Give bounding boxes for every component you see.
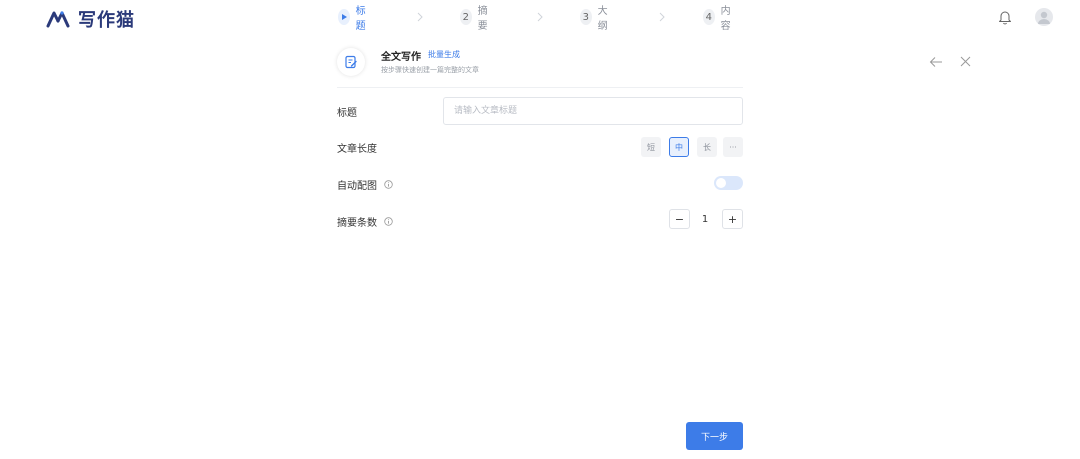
title-input[interactable] (443, 97, 743, 125)
edit-document-icon (337, 48, 365, 76)
step-number: 3 (580, 9, 592, 25)
step-summary[interactable]: 2 摘要 (460, 6, 492, 32)
length-option-medium[interactable]: 中 (669, 137, 689, 157)
summary-count-label: 摘要条数 (337, 214, 393, 229)
summary-count-label-text: 摘要条数 (337, 218, 377, 229)
chevron-right-icon (537, 12, 543, 22)
step-number: 2 (460, 9, 472, 25)
length-option-short[interactable]: 短 (641, 137, 661, 157)
close-icon[interactable] (960, 56, 971, 67)
length-label: 文章长度 (337, 140, 377, 155)
chevron-right-icon (659, 12, 665, 22)
step-label: 大纲 (597, 6, 608, 32)
length-label-text: 文章长度 (337, 144, 377, 155)
info-icon[interactable] (384, 217, 393, 226)
bell-icon[interactable] (998, 9, 1012, 25)
info-icon[interactable] (384, 180, 393, 189)
page-title: 全文写作 (381, 52, 421, 63)
next-step-button[interactable]: 下一步 (686, 422, 743, 450)
logo-mark-icon (46, 11, 70, 28)
avatar-icon[interactable] (1035, 8, 1053, 26)
auto-image-toggle[interactable] (714, 176, 743, 190)
app-logo[interactable]: 写作猫 (46, 8, 135, 31)
logo-text: 写作猫 (78, 10, 135, 31)
arrow-left-icon[interactable] (929, 56, 943, 68)
step-title[interactable]: 标题 (338, 6, 370, 32)
chevron-right-icon (417, 12, 423, 22)
header-divider (337, 87, 743, 88)
length-option-long[interactable]: 长 (697, 137, 717, 157)
step-label: 内容 (720, 6, 731, 32)
play-icon (338, 9, 350, 25)
title-label-text: 标题 (337, 108, 357, 119)
length-option-more[interactable]: ··· (723, 137, 743, 157)
step-content[interactable]: 4 内容 (703, 6, 735, 32)
increment-button[interactable]: + (722, 209, 743, 229)
step-label: 标题 (355, 6, 366, 32)
step-outline[interactable]: 3 大纲 (580, 6, 612, 32)
auto-image-label: 自动配图 (337, 177, 393, 192)
step-label: 摘要 (477, 6, 488, 32)
batch-generate-link[interactable]: 批量生成 (428, 49, 460, 60)
summary-count-value: 1 (701, 213, 709, 225)
toggle-knob (716, 178, 726, 188)
title-label: 标题 (337, 104, 357, 119)
auto-image-label-text: 自动配图 (337, 181, 377, 192)
step-number: 4 (703, 9, 715, 25)
page-subtitle: 按步骤快速创建一篇完整的文章 (381, 66, 479, 74)
decrement-button[interactable]: − (669, 209, 690, 229)
